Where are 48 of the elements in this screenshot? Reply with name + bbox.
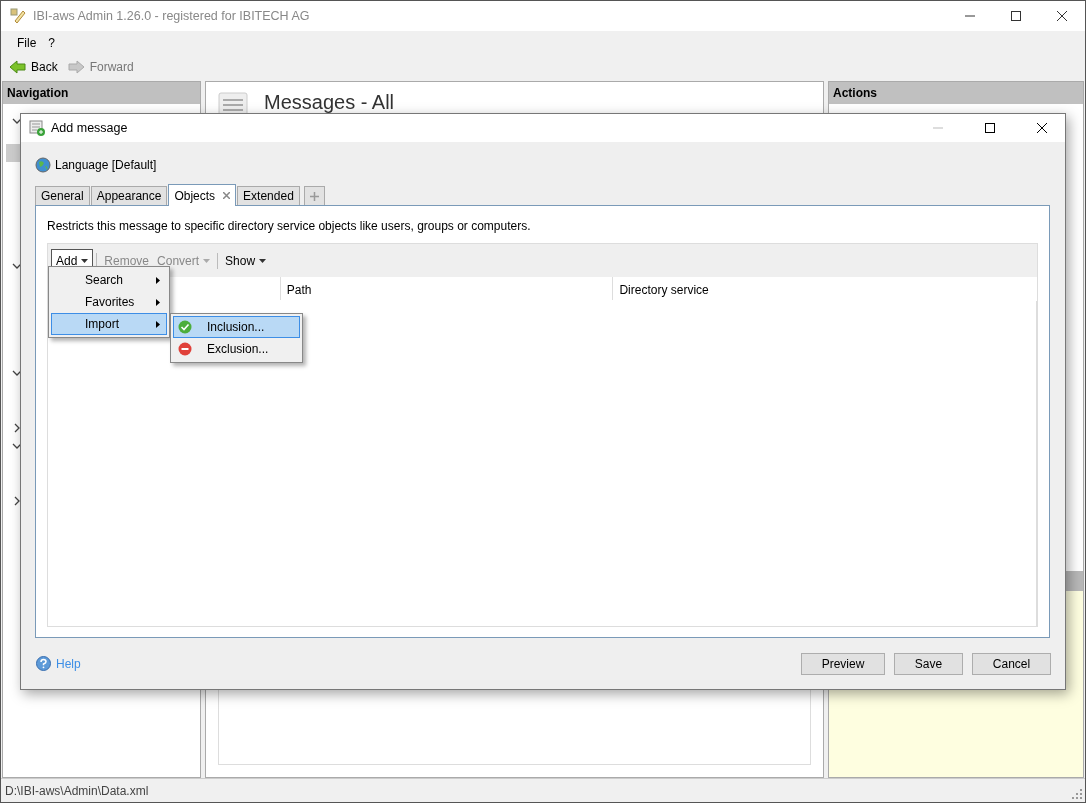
dialog-button[interactable]: Save — [894, 652, 963, 675]
window-title: IBI-aws Admin 1.26.0 - registered for IBITECH AG — [33, 7, 310, 25]
column-header[interactable]: Directory service — [612, 277, 1037, 300]
chevron-right-icon[interactable] — [12, 496, 22, 506]
close-icon — [1057, 11, 1067, 21]
help-icon — [36, 656, 51, 671]
submenu-arrow-icon — [156, 320, 160, 328]
check-circle-icon — [178, 320, 192, 334]
app-pencil-icon — [9, 7, 27, 25]
menu-item[interactable]: Exclusion... — [173, 338, 300, 360]
toolbar-button[interactable]: Back — [7, 58, 62, 76]
maximize-icon — [1011, 11, 1021, 21]
menu-item[interactable]: ? — [42, 34, 62, 52]
submenu-arrow-icon — [156, 276, 160, 284]
close-icon[interactable] — [223, 192, 231, 199]
menu-item[interactable]: File — [11, 34, 43, 52]
document-add-icon — [29, 120, 45, 136]
dialog-title: Add message — [51, 119, 128, 137]
description-text: Restricts this message to specific directory service objects like users, groups or computers. — [47, 218, 532, 235]
page-title: Messages - All — [264, 92, 395, 112]
tab[interactable]: General — [35, 186, 90, 205]
submenu-arrow-icon — [156, 298, 160, 306]
menu-item[interactable]: Favorites — [51, 291, 167, 313]
tab[interactable]: Extended — [237, 186, 300, 205]
tab[interactable]: Objects — [168, 184, 237, 206]
close-icon — [1037, 123, 1047, 133]
dialog-button[interactable]: Preview — [801, 652, 885, 675]
column-header[interactable]: Path — [279, 277, 613, 300]
menu-item[interactable]: Inclusion... — [173, 316, 300, 338]
dialog-button[interactable]: Cancel — [972, 652, 1051, 675]
language-label[interactable]: Language [Default] — [55, 156, 157, 174]
tab[interactable]: Appearance — [90, 186, 168, 205]
toolbar-button[interactable]: Show — [221, 249, 271, 272]
chevron-right-icon[interactable] — [12, 423, 22, 433]
menu-item[interactable]: Import — [51, 313, 167, 335]
resize-grip-icon — [1072, 789, 1082, 799]
minus-circle-icon — [178, 342, 192, 356]
maximize-icon — [985, 123, 995, 133]
left-arrow-icon — [9, 59, 26, 75]
right-arrow-icon — [67, 59, 85, 75]
status-text: D:\IBI-aws\Admin\Data.xml — [5, 782, 149, 800]
plus-icon — [309, 191, 319, 201]
caret-icon — [203, 258, 211, 263]
globe-icon — [35, 157, 51, 173]
caret-icon — [81, 258, 89, 263]
pane-title: Actions — [829, 82, 1083, 104]
caret-icon — [259, 258, 267, 263]
pane-title: Navigation — [3, 82, 200, 104]
